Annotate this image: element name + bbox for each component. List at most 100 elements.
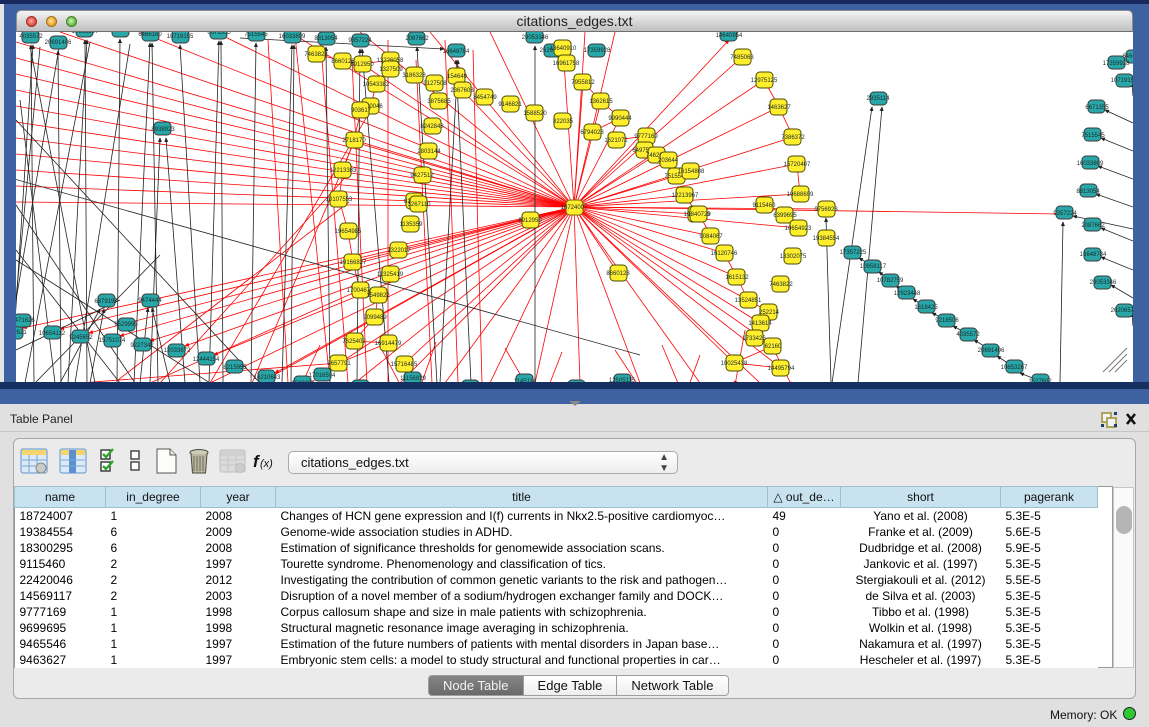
svg-text:20691406: 20691406 (978, 348, 1005, 354)
svg-text:1135359: 1135359 (400, 222, 424, 228)
svg-text:1413614: 1413614 (748, 321, 772, 327)
svg-text:13640910: 13640910 (550, 46, 577, 52)
svg-text:1549822: 1549822 (366, 293, 390, 299)
svg-text:6671355: 6671355 (1085, 105, 1109, 111)
svg-text:26206576: 26206576 (1111, 308, 1133, 314)
svg-text:9146821: 9146821 (498, 102, 522, 108)
svg-text:4035572: 4035572 (19, 34, 43, 40)
svg-text:7463822: 7463822 (769, 282, 793, 288)
svg-text:8471626: 8471626 (16, 318, 35, 324)
svg-text:14495794: 14495794 (768, 366, 795, 372)
svg-text:17359928: 17359928 (584, 48, 611, 54)
svg-text:10107553: 10107553 (326, 197, 353, 203)
svg-text:1618425: 1618425 (914, 305, 938, 311)
svg-text:2718170: 2718170 (342, 138, 366, 144)
svg-text:903617: 903617 (351, 108, 372, 114)
svg-text:10653267: 10653267 (1001, 365, 1028, 371)
svg-text:10688609: 10688609 (787, 192, 814, 198)
svg-text:203644: 203644 (658, 158, 679, 164)
svg-text:9756928: 9756928 (814, 207, 838, 213)
svg-text:3186328: 3186328 (402, 73, 426, 79)
svg-text:18724007: 18724007 (561, 205, 588, 211)
svg-text:15751074: 15751074 (99, 338, 126, 344)
svg-text:2087662: 2087662 (405, 36, 429, 42)
svg-text:9474444: 9474444 (138, 298, 162, 304)
svg-text:16033809: 16033809 (279, 34, 306, 40)
svg-text:822035: 822035 (553, 119, 574, 125)
svg-text:8454749: 8454749 (473, 95, 497, 101)
svg-text:13524851: 13524851 (735, 298, 762, 304)
svg-text:1733426: 1733426 (742, 336, 766, 342)
svg-text:2935114: 2935114 (867, 96, 891, 102)
svg-text:15716485: 15716485 (391, 362, 418, 368)
svg-text:7955812: 7955812 (571, 80, 595, 86)
svg-text:12033872: 12033872 (164, 348, 191, 354)
svg-text:(x): (x) (260, 458, 273, 470)
svg-text:6466160: 6466160 (138, 32, 162, 38)
svg-text:10782759: 10782759 (877, 278, 904, 284)
svg-text:1621072: 1621072 (604, 138, 628, 144)
svg-text:8938923: 8938923 (151, 127, 175, 133)
svg-text:9357224: 9357224 (1053, 211, 1077, 217)
svg-text:7515545: 7515545 (244, 32, 268, 38)
svg-text:7463822: 7463822 (304, 52, 328, 58)
svg-text:7625402: 7625402 (342, 339, 366, 345)
svg-text:10653267: 10653267 (72, 32, 99, 35)
svg-text:16210643: 16210643 (254, 375, 281, 381)
svg-text:12923448: 12923448 (894, 291, 921, 297)
svg-text:1588520: 1588520 (523, 111, 547, 117)
svg-text:3267110: 3267110 (408, 202, 432, 208)
svg-text:7386372: 7386372 (781, 135, 805, 141)
svg-text:8660128: 8660128 (606, 271, 630, 277)
svg-text:29053346: 29053346 (522, 35, 549, 41)
svg-text:14640954: 14640954 (716, 33, 743, 39)
svg-text:6399695: 6399695 (773, 213, 797, 219)
svg-text:10958117: 10958117 (860, 264, 887, 270)
svg-text:17357225: 17357225 (840, 250, 867, 256)
svg-text:12213383: 12213383 (330, 168, 357, 174)
svg-text:10654923: 10654923 (785, 226, 812, 232)
svg-text:1327509: 1327509 (379, 67, 403, 73)
svg-text:19654985: 19654985 (335, 229, 362, 235)
svg-text:9529995: 9529995 (114, 322, 138, 328)
svg-text:9357224: 9357224 (348, 38, 372, 44)
svg-text:154649: 154649 (447, 74, 468, 80)
svg-text:7632621: 7632621 (16, 330, 27, 336)
svg-text:1615132: 1615132 (725, 275, 749, 281)
svg-text:10654112: 10654112 (39, 331, 66, 337)
svg-text:16154808: 16154808 (678, 169, 705, 175)
svg-text:1322017: 1322017 (387, 248, 411, 254)
svg-text:1840729: 1840729 (687, 212, 711, 218)
svg-text:16914479: 16914479 (375, 341, 402, 347)
svg-text:16120746: 16120746 (711, 251, 738, 257)
svg-text:6794023: 6794023 (580, 130, 604, 136)
svg-text:10719155: 10719155 (167, 34, 194, 40)
svg-text:8813054: 8813054 (314, 36, 338, 42)
svg-text:7515545: 7515545 (1081, 133, 1105, 139)
svg-text:1463627: 1463627 (767, 105, 791, 111)
svg-text:9218506: 9218506 (935, 318, 959, 324)
svg-text:11325419: 11325419 (377, 272, 404, 278)
svg-text:12975125: 12975125 (751, 78, 778, 84)
svg-text:9227342: 9227342 (130, 343, 154, 349)
svg-text:3875685: 3875685 (427, 99, 451, 105)
svg-text:2087662: 2087662 (1081, 223, 1105, 229)
svg-text:9245652: 9245652 (69, 335, 93, 341)
svg-text:8242848: 8242848 (420, 124, 444, 130)
svg-text:9990444: 9990444 (608, 116, 632, 122)
svg-text:29053346: 29053346 (1090, 280, 1117, 286)
svg-text:10025438: 10025438 (721, 361, 748, 367)
svg-text:8813054: 8813054 (1076, 189, 1100, 195)
svg-text:17359928: 17359928 (1103, 61, 1130, 67)
svg-text:13302075: 13302075 (780, 254, 807, 260)
svg-text:1527602: 1527602 (108, 32, 132, 34)
svg-text:9657791: 9657791 (327, 361, 351, 367)
svg-text:16033809: 16033809 (1077, 161, 1104, 167)
svg-text:16961758: 16961758 (553, 61, 580, 67)
svg-text:16648784: 16648784 (1080, 252, 1107, 258)
svg-text:19166827: 19166827 (340, 260, 367, 266)
svg-text:62160: 62160 (765, 344, 782, 350)
svg-text:17016504: 17016504 (309, 373, 336, 379)
svg-text:2367608: 2367608 (450, 88, 474, 94)
svg-text:8912950: 8912950 (350, 62, 374, 68)
